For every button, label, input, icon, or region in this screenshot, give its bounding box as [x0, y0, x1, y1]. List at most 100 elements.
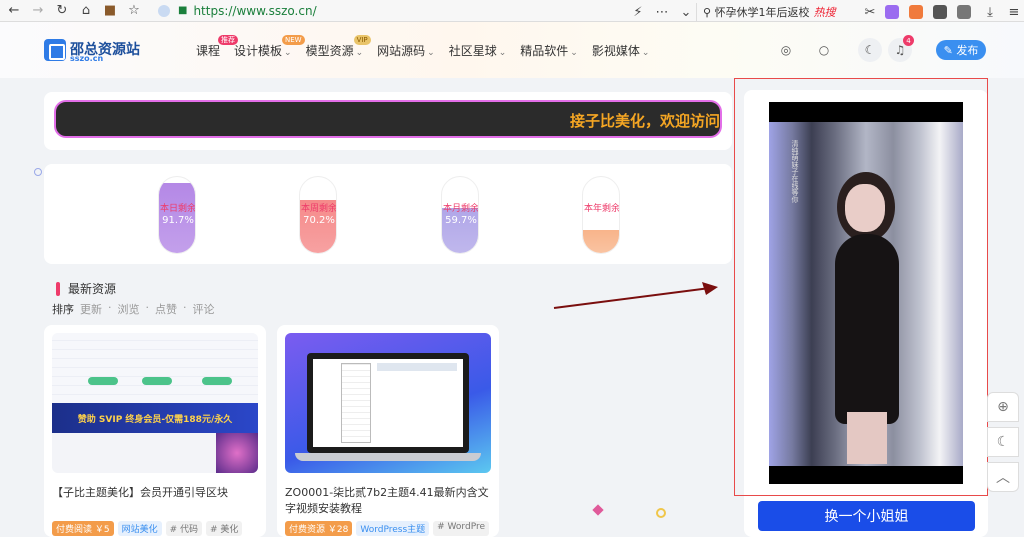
pen-icon: ✎ [943, 43, 957, 57]
card-title[interactable]: ZO0001-柒比贰7b2主题4.41最新内含文字视频安装教程 [285, 485, 491, 517]
grid-icon[interactable] [957, 5, 971, 19]
decor-ring [656, 508, 666, 518]
sort-tab-comments[interactable]: 评论 [193, 301, 215, 317]
browser-search-box[interactable]: ⚲ 怀孕休学1年后返校 热搜 [696, 3, 856, 21]
thumb-avatar [216, 433, 258, 473]
nav-label: 影视媒体 [591, 44, 640, 58]
chevron-down-icon: ⌄ [284, 48, 292, 58]
nav-item-software[interactable]: 精品软件 ⌄ [520, 42, 578, 59]
logo-icon [44, 39, 66, 61]
nav-item-media[interactable]: 影视媒体 ⌄ [592, 42, 650, 59]
nav-item-source[interactable]: 网站源码 ⌄ [377, 42, 435, 59]
dark-mode-icon[interactable]: ☾ [858, 38, 882, 62]
stat-percent: 70.2% [303, 215, 335, 226]
lock-icon: ■ [178, 5, 188, 16]
hot-search-label: 热搜 [813, 6, 836, 19]
moon-icon[interactable]: ☾ [987, 427, 1019, 457]
main-nav: 课程 推荐 设计模板 ⌄ NEW 模型资源 ⌄ VIP 网站源码 ⌄ 社区星球 ⌄ 精品软件 ⌄… [196, 35, 663, 59]
stat-pill-month: 本月剩余 59.7% [441, 176, 479, 254]
keyword-tag[interactable]: # 代码 [165, 521, 203, 536]
game-icon[interactable] [909, 5, 923, 19]
card-title[interactable]: 【子比主题美化】会员开通引导区块 [52, 485, 258, 501]
sort-label: 排序 [52, 303, 74, 316]
marquee-text: 接子比美化，欢迎访问 [569, 112, 720, 130]
resource-card[interactable]: ZO0001-柒比贰7b2主题4.41最新内含文字视频安装教程 付费资源 ￥28… [277, 325, 499, 537]
section-title: 最新资源 [68, 282, 117, 296]
card-thumbnail[interactable] [285, 333, 491, 473]
stat-pill-year: 本年剩余 30.1% [582, 176, 620, 254]
card-thumbnail[interactable]: 赞助 SVIP 终身会员-仅需188元/永久 [52, 333, 258, 473]
stat-percent: 30.1% [586, 215, 618, 226]
bulb-icon[interactable]: ◎ [774, 38, 798, 62]
price-tag: 付费资源 ￥28 [285, 521, 353, 536]
category-tag[interactable]: 网站美化 [117, 521, 162, 536]
dropdown-decor [341, 363, 371, 443]
download-icon[interactable]: ⤓ [980, 2, 1000, 22]
nav-item-design[interactable]: 设计模板 ⌄ NEW [234, 35, 305, 59]
menu-icon[interactable]: ≡ [1004, 2, 1024, 22]
chevron-down-icon: ⌄ [641, 48, 650, 58]
stat-pill-day: 本日剩余 91.7% [158, 176, 196, 254]
nav-item-models[interactable]: 模型资源 ⌄ VIP [305, 35, 371, 59]
home-icon[interactable]: ⌂ [76, 1, 96, 21]
add-icon[interactable]: ⊕ [987, 392, 1019, 422]
category-tag[interactable]: WordPress主题 [356, 521, 430, 536]
next-video-button[interactable]: 换一个小姐姐 [758, 501, 975, 531]
url-text: https://www.sszo.cn/ [193, 3, 317, 18]
stat-label: 本日剩余 [159, 204, 196, 214]
site-header: 邵总资源站 sszo.cn 课程 推荐 设计模板 ⌄ NEW 模型资源 ⌄ VIP 网站源… [0, 22, 1024, 78]
scroll-top-icon[interactable]: ︿ [987, 462, 1019, 492]
chevron-down-icon: ⌄ [355, 48, 364, 58]
nav-item-courses[interactable]: 课程 推荐 [196, 35, 238, 59]
publish-button[interactable]: ✎ 发布 [936, 40, 986, 60]
resource-card[interactable]: 赞助 SVIP 终身会员-仅需188元/永久 【子比主题美化】会员开通引导区块 … [44, 325, 266, 537]
extension-icon[interactable] [885, 5, 899, 19]
keyword-tag[interactable]: # WordPre [433, 521, 489, 536]
stat-percent: 91.7% [162, 215, 194, 226]
thumb-decor [142, 377, 172, 385]
chevron-down-icon: ⌄ [498, 48, 507, 58]
scissors-icon[interactable]: ✂ [860, 2, 880, 22]
thumb-decor [202, 377, 232, 385]
nav-label: 课程 [196, 44, 221, 58]
laptop-content [313, 359, 463, 447]
sort-tab-update[interactable]: 更新 [80, 301, 102, 317]
sort-tab-views[interactable]: 浏览 [118, 301, 140, 317]
publish-label: 发布 [956, 44, 979, 57]
nav-label: 网站源码 [377, 44, 426, 58]
forward-icon[interactable]: → [28, 1, 48, 21]
laptop-base [295, 453, 481, 461]
decor-diamond [592, 504, 604, 516]
back-icon[interactable]: ← [4, 1, 24, 21]
search-icon[interactable]: ○ [812, 38, 836, 62]
chevron-down-icon: ⌄ [427, 48, 435, 58]
window-icon[interactable] [933, 5, 947, 19]
stat-label: 本年剩余 [583, 204, 620, 214]
bolt-icon[interactable]: ⚡ [628, 2, 648, 22]
time-remaining-panel: 本日剩余 91.7% 本周剩余 70.2% 本月剩余 59.7% 本年剩余 30.1% [44, 164, 732, 264]
site-favicon-icon [158, 4, 170, 17]
star-icon[interactable]: ☆ [124, 1, 144, 21]
chevron-down-icon[interactable]: ⌄ [676, 2, 696, 22]
bell-icon[interactable]: ♫ 4 [888, 35, 914, 62]
nav-label: 模型资源 [305, 44, 354, 58]
card-tags: 付费阅读 ￥5 网站美化 # 代码 # 美化 [52, 521, 246, 536]
annotation-arrow [553, 282, 718, 309]
keyword-tag[interactable]: # 美化 [206, 521, 243, 536]
site-logo[interactable]: 邵总资源站 sszo.cn [44, 39, 140, 63]
stat-pill-week: 本周剩余 70.2% [299, 176, 337, 254]
briefcase-icon[interactable]: ■ [100, 1, 120, 21]
more-icon[interactable]: ⋯ [652, 2, 672, 22]
stat-label: 本周剩余 [300, 204, 337, 214]
nav-item-community[interactable]: 社区星球 ⌄ [449, 42, 507, 59]
address-bar[interactable]: ■ https://www.sszo.cn/ [154, 2, 624, 20]
sort-tab-likes[interactable]: 点赞 [155, 301, 177, 317]
nav-badge: VIP [353, 35, 371, 45]
nav-label: 设计模板 [234, 44, 283, 58]
reload-icon[interactable]: ↻ [52, 1, 72, 21]
section-header: 最新资源 [56, 280, 116, 297]
section-marker [56, 281, 60, 296]
search-icon: ⚲ [703, 5, 715, 19]
thumb-banner: 赞助 SVIP 终身会员-仅需188元/永久 [52, 403, 258, 433]
browser-toolbar: ← → ↻ ⌂ ■ ☆ ■ https://www.sszo.cn/ ⚡ ⋯ ⌄… [0, 0, 1024, 22]
